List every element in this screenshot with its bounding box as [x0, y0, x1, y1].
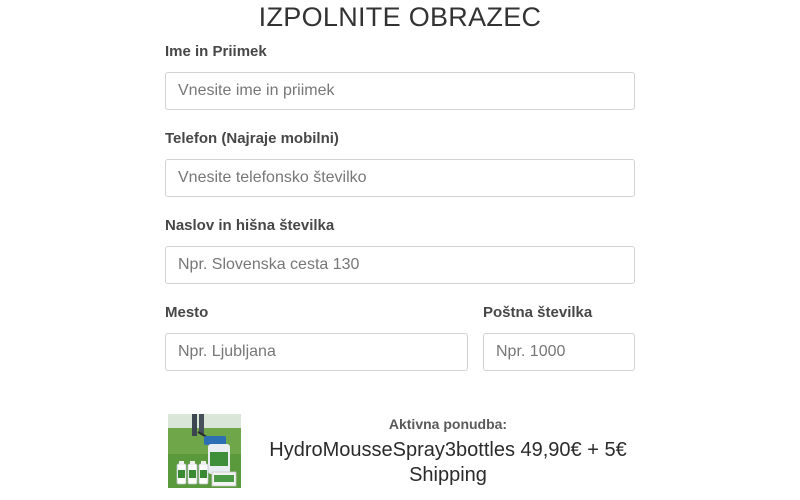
- city-input[interactable]: [165, 333, 468, 371]
- product-photo-icon: [168, 414, 241, 488]
- name-label: Ime in Priimek: [165, 43, 267, 60]
- address-input[interactable]: [165, 246, 635, 284]
- postal-code-label: Poštna številka: [483, 304, 593, 321]
- address-label: Naslov in hišna številka: [165, 217, 335, 234]
- city-label: Mesto: [165, 304, 209, 321]
- offer-title: HydroMousseSpray3bottles 49,90€ + 5€ Shi…: [269, 439, 627, 486]
- phone-label: Telefon (Najraje mobilni): [165, 130, 339, 147]
- postal-code-input[interactable]: [483, 333, 635, 371]
- offer-eyebrow: Aktivna ponudba:: [388, 416, 508, 432]
- order-form-page: IZPOLNITE OBRAZEC Ime in Priimek Telefon…: [0, 0, 800, 500]
- name-input[interactable]: [165, 72, 635, 110]
- phone-input[interactable]: [165, 159, 635, 197]
- form-title: IZPOLNITE OBRAZEC: [258, 2, 542, 32]
